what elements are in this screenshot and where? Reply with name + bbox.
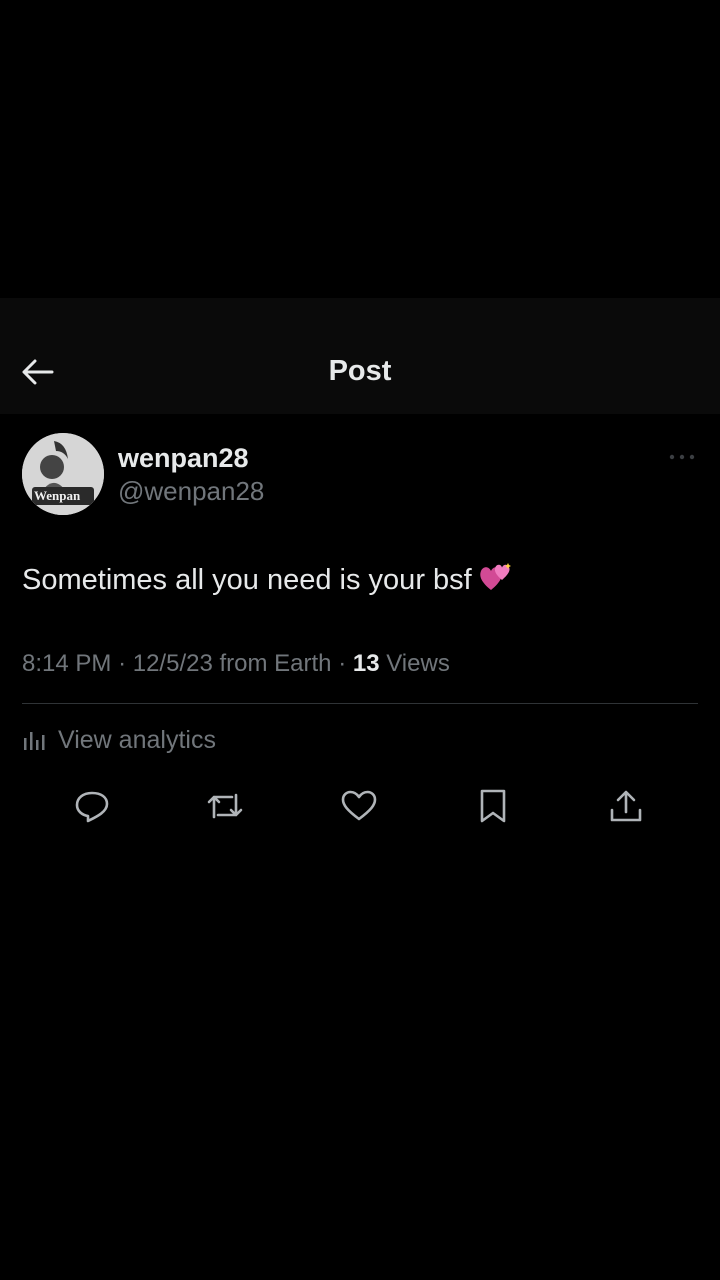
avatar-text: Wenpan (34, 488, 81, 503)
reply-button[interactable] (70, 784, 114, 828)
author-handle[interactable]: @wenpan28 (118, 476, 264, 506)
share-button[interactable] (604, 784, 648, 828)
more-options-button[interactable] (664, 444, 700, 470)
views-label: Views (386, 650, 450, 677)
analytics-label: View analytics (58, 725, 216, 754)
bookmark-icon (480, 789, 506, 823)
post-text-block: Sometimes all you need is your bsf (22, 560, 702, 603)
like-button[interactable] (337, 784, 381, 828)
post-meta: 8:14 PM · 12/5/23 from Earth · 13 Views (22, 650, 450, 677)
post-date: 12/5/23 (132, 650, 213, 677)
post-text: Sometimes all you need is your bsf (22, 564, 472, 597)
author-name[interactable]: wenpan28 (118, 442, 249, 474)
reply-icon (75, 791, 109, 823)
post-time: 8:14 PM (22, 650, 112, 677)
like-icon (341, 790, 377, 821)
post-source: from Earth (219, 650, 332, 677)
page-title: Post (328, 355, 392, 387)
repost-icon (207, 793, 243, 819)
analytics-icon (24, 732, 45, 750)
avatar[interactable]: Wenpan (22, 433, 104, 515)
bookmark-button[interactable] (471, 784, 515, 828)
divider (22, 703, 698, 704)
repost-button[interactable] (203, 784, 247, 828)
views-count: 13 (352, 650, 380, 677)
share-icon (610, 790, 642, 822)
more-icon (669, 454, 695, 460)
view-analytics-link[interactable]: View analytics (22, 724, 216, 756)
two-hearts-icon (478, 560, 514, 603)
